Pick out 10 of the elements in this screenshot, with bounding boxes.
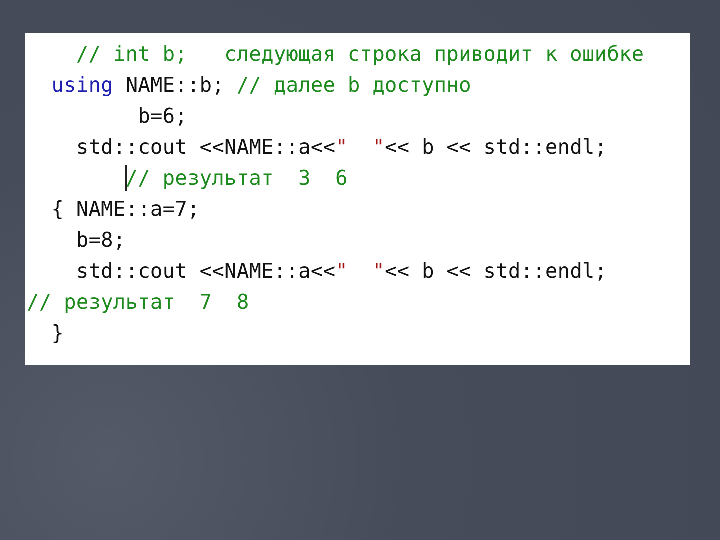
code-line: b=8; xyxy=(75,228,126,252)
code-line: b=6; xyxy=(137,104,188,128)
code-line: { NAME::a=7; xyxy=(50,196,200,220)
code-line: // результат 7 8 xyxy=(27,290,250,314)
code-line: std::cout <<NAME::a<<" "<< b << std::endl; xyxy=(75,258,608,282)
code-line: } xyxy=(50,320,64,344)
code-line: // результат 3 6 xyxy=(124,166,348,190)
code-line: // int b; следующая строка приводит к ошибке xyxy=(75,42,644,66)
code-line: using NAME::b; // далее b доступно xyxy=(50,72,472,96)
code-line: std::cout <<NAME::a<<" "<< b << std::endl; xyxy=(75,134,608,158)
